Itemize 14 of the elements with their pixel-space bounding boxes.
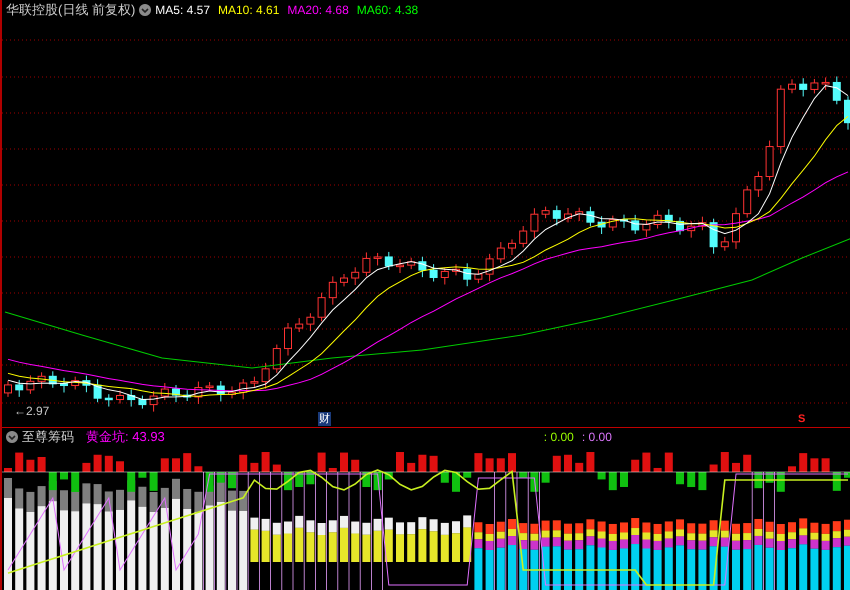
ma-reading: MA5: 4.57 [155,2,210,19]
ma-reading: MA20: 4.68 [287,2,349,19]
signal-mark: S [798,412,806,426]
indicator-reading: 黄金坑: 43.93 [86,428,165,446]
chevron-down-icon[interactable] [6,431,18,443]
chart-title: 华联控股(日线 前复权) [6,1,136,20]
indicator-reading: : 0.00 [544,429,574,446]
indicator-name: 至尊筹码 [22,428,74,446]
indicator-reading: : 0.00 [582,429,612,446]
ma-reading: MA10: 4.61 [218,2,280,19]
ma-reading: MA60: 4.38 [356,2,418,19]
low-price-label: ←2.97 [14,403,50,420]
chevron-down-icon[interactable] [139,4,152,16]
finance-badge[interactable]: 财 [318,412,331,426]
